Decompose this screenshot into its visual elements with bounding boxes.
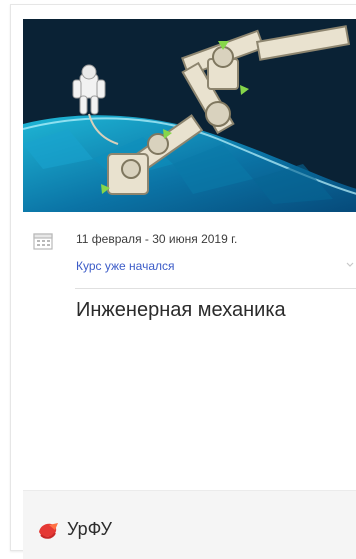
calendar-icon xyxy=(33,233,53,250)
course-dates: 11 февраля - 30 июня 2019 г. xyxy=(76,232,238,246)
course-card[interactable]: 11 февраля - 30 июня 2019 г. Курс уже на… xyxy=(10,4,356,559)
course-meta: 11 февраля - 30 июня 2019 г. Курс уже на… xyxy=(23,227,356,321)
organization-name: УрФУ xyxy=(67,519,112,539)
course-cover-image xyxy=(23,19,356,212)
card-footer: УрФУ xyxy=(23,490,356,559)
course-status: Курс уже начался xyxy=(76,259,175,273)
divider xyxy=(75,288,356,289)
date-row: 11 февраля - 30 июня 2019 г. xyxy=(23,227,356,257)
course-title[interactable]: Инженерная механика xyxy=(76,299,286,322)
urfu-logo xyxy=(39,523,58,539)
status-row: Курс уже начался xyxy=(23,257,356,279)
chevron-down-icon[interactable] xyxy=(345,260,355,270)
